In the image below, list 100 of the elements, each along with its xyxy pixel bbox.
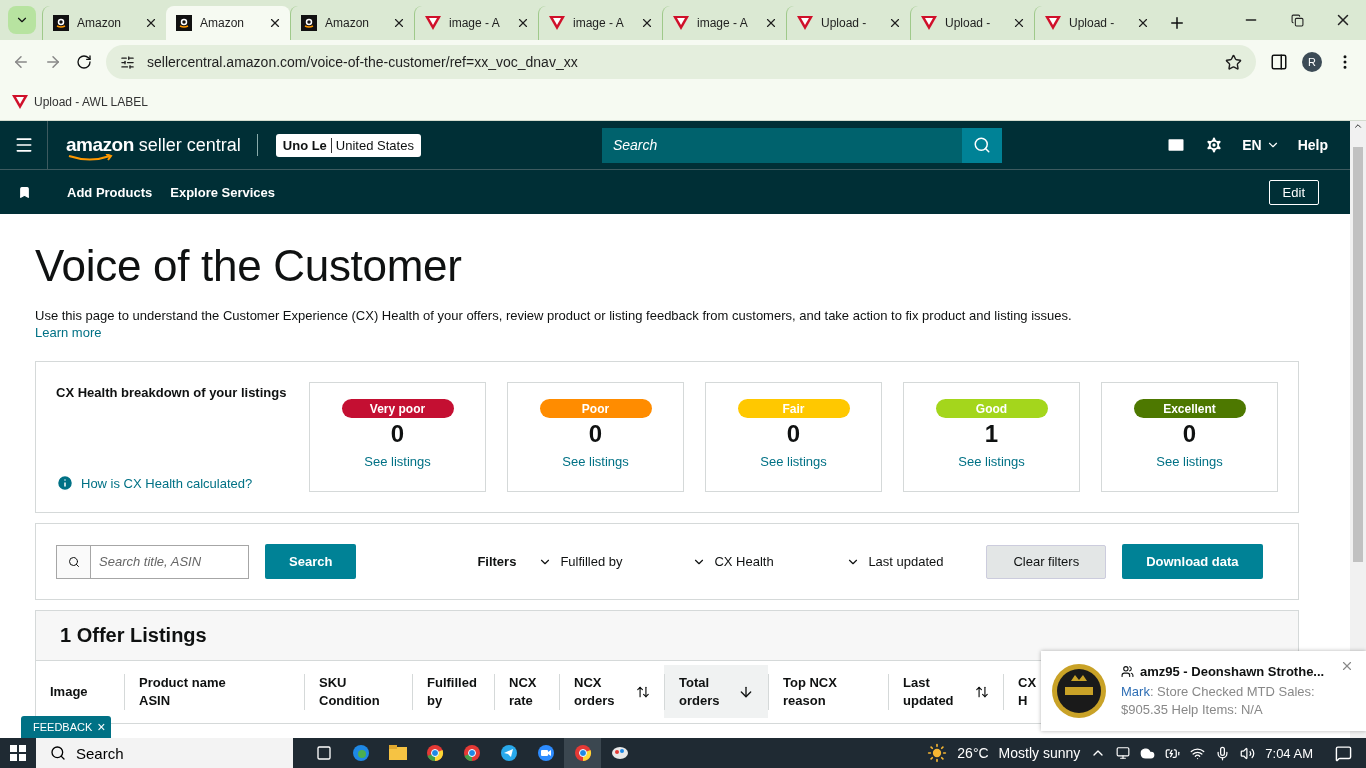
notification-title: amz95 - Deonshawn Strothe... — [1140, 663, 1325, 679]
star-icon[interactable] — [1225, 53, 1242, 71]
taskbar-search[interactable]: Search — [36, 738, 293, 768]
side-panel-icon[interactable] — [1270, 53, 1288, 71]
logo-product: seller central — [138, 135, 241, 156]
see-listings-link[interactable]: See listings — [958, 454, 1025, 469]
sort-icon[interactable] — [636, 684, 650, 699]
filter-label[interactable]: CX Health — [714, 554, 774, 569]
feedback-tab[interactable]: FEEDBACK × — [21, 716, 112, 738]
search-field[interactable]: Search title, ASIN — [90, 544, 249, 579]
page-title: Voice of the Customer — [35, 240, 463, 292]
amazon-icon — [53, 15, 69, 31]
profile-avatar[interactable]: R — [1302, 52, 1322, 72]
nav-link[interactable]: Explore Services — [170, 184, 276, 200]
help-link[interactable]: Help — [1297, 137, 1328, 153]
listing-count: 0 — [588, 420, 603, 448]
nav-link[interactable]: Add Products — [67, 184, 153, 200]
close-icon[interactable] — [392, 16, 406, 30]
close-icon[interactable] — [268, 16, 282, 30]
weather-icon — [927, 743, 948, 763]
close-icon[interactable]: × — [97, 719, 106, 735]
column-header[interactable]: Fulfilled by — [412, 665, 494, 718]
section-title: CX Health breakdown of your listings — [56, 385, 288, 400]
help-link[interactable]: How is CX Health calculated? — [81, 475, 253, 491]
sort-icon[interactable] — [975, 684, 989, 699]
close-icon[interactable] — [144, 16, 158, 30]
filter-label[interactable]: Last updated — [868, 554, 944, 569]
store-badge-icon — [1051, 663, 1107, 719]
filters-label: Filters — [477, 554, 517, 569]
see-listings-link[interactable]: See listings — [562, 454, 629, 469]
triangle-logo-icon — [673, 16, 689, 30]
notification-toast[interactable]: amz95 - Deonshawn Strothe... Mark: Store Checked MTD Sales: $905.35 Help Items: N/A — [1041, 651, 1366, 731]
triangle-logo-icon — [921, 16, 937, 30]
microphone-icon[interactable] — [1215, 745, 1231, 761]
see-listings-link[interactable]: See listings — [760, 454, 827, 469]
filter-dropdown[interactable]: Fulfilled by — [538, 554, 693, 569]
search-icon — [50, 745, 66, 761]
speaker-icon[interactable] — [1240, 745, 1256, 761]
back-icon[interactable] — [12, 53, 30, 71]
column-header[interactable]: NCX orders — [559, 665, 664, 718]
filter-dropdown[interactable]: CX Health — [692, 554, 847, 569]
close-icon[interactable] — [1012, 16, 1026, 30]
listing-count: 0 — [1182, 420, 1197, 448]
language-menu[interactable]: EN — [1242, 137, 1280, 153]
close-icon[interactable] — [640, 16, 654, 30]
health-label: Poor — [539, 399, 652, 418]
bookmark[interactable]: Upload - AWL LABEL — [12, 95, 148, 109]
column-header[interactable]: Last updated — [888, 665, 1003, 718]
see-listings-link[interactable]: See listings — [1156, 454, 1223, 469]
info-icon — [56, 474, 74, 492]
edit-button[interactable]: Edit — [1268, 179, 1319, 205]
cloud-icon[interactable] — [1140, 745, 1156, 761]
column-header[interactable]: Top NCX reason — [768, 665, 888, 718]
windows-icon[interactable] — [10, 745, 26, 761]
account-switcher[interactable]: Uno Le United States — [275, 133, 421, 157]
table-title: 1 Offer Listings — [36, 611, 1298, 661]
forward-icon[interactable] — [44, 53, 62, 71]
search-button[interactable]: Search — [265, 544, 357, 579]
download-button[interactable]: Download data — [1122, 544, 1263, 579]
column-header[interactable]: SKU Condition — [304, 665, 412, 718]
triangle-logo-icon — [12, 95, 28, 109]
close-icon[interactable] — [888, 16, 902, 30]
search-button[interactable] — [961, 127, 1002, 163]
health-label: Fair — [737, 399, 850, 418]
health-label: Good — [935, 399, 1048, 418]
search-label: Search — [76, 744, 124, 762]
site-settings-icon[interactable] — [120, 54, 135, 70]
scroll-up-icon[interactable] — [1353, 121, 1363, 131]
search-icon — [56, 544, 90, 579]
filter-label[interactable]: Fulfilled by — [560, 554, 623, 569]
close-icon[interactable] — [1136, 16, 1150, 30]
column-header[interactable]: Total orders — [664, 665, 768, 718]
health-label: Excellent — [1133, 399, 1246, 418]
clear-filters-button[interactable]: Clear filters — [986, 544, 1107, 579]
notification-message: Mark: Store Checked MTD Sales: $905.35 Help Items: N/A — [1121, 682, 1316, 719]
close-icon[interactable] — [516, 16, 530, 30]
amazon-icon — [176, 15, 192, 31]
triangle-logo-icon — [425, 16, 441, 30]
restore-icon[interactable] — [1290, 13, 1304, 27]
address-bar[interactable]: sellercentral.amazon.com/voice-of-the-customer/ref=xx_voc_dnav_xx — [106, 45, 1256, 79]
logo-brand: amazon — [66, 134, 134, 156]
see-listings-link[interactable]: See listings — [364, 454, 431, 469]
reload-icon[interactable] — [76, 54, 92, 70]
weather-text: Mostly sunny — [998, 745, 1081, 761]
column-header[interactable]: Product name ASIN — [124, 665, 304, 718]
chrome-icon[interactable] — [564, 738, 601, 768]
column-header[interactable]: NCX rate — [494, 665, 559, 718]
search-icon[interactable] — [972, 136, 991, 154]
search-field[interactable]: Search — [601, 127, 962, 163]
temperature: 26°C — [957, 745, 989, 761]
column-header[interactable]: Image — [36, 665, 124, 718]
wifi-icon[interactable] — [1190, 745, 1206, 761]
close-icon[interactable] — [764, 16, 778, 30]
page-description: Use this page to understand the Customer Experience (CX) Health of your offers, review product or listing feedback from customers, and take action to fix product and listing issues. — [35, 308, 1073, 323]
bookmark-icon[interactable] — [18, 185, 31, 199]
browser-tab[interactable]: Amazon — [166, 6, 290, 40]
smile-icon — [68, 154, 114, 162]
clock[interactable]: 7:04 AM — [1265, 745, 1313, 761]
scrollbar-thumb[interactable] — [1353, 147, 1363, 562]
learn-more-link[interactable]: Learn more — [35, 325, 102, 340]
